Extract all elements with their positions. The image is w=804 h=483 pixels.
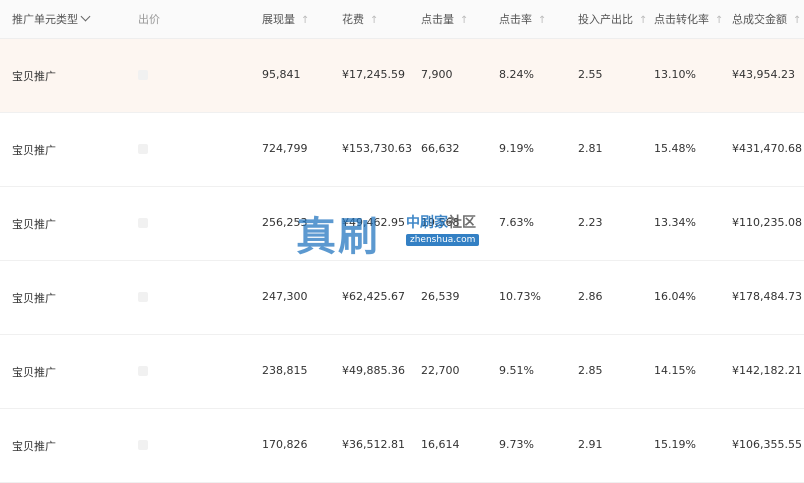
table-row[interactable]: 宝贝推广 95,841 ¥17,245.59 7,900 8.24% 2.55 … [0, 39, 804, 113]
roi-cell: 2.91 [578, 438, 603, 451]
clicks-cell: 22,700 [421, 364, 460, 377]
table-row[interactable]: 宝贝推广 170,826 ¥36,512.81 16,614 9.73% 2.9… [0, 409, 804, 483]
impressions-column-header[interactable]: 展现量 ↑ [262, 11, 309, 27]
spend-cell: ¥153,730.63 [342, 142, 412, 155]
impressions-cell: 247,300 [262, 290, 308, 303]
bid-cell[interactable] [138, 440, 148, 450]
type-cell: 宝贝推广 [12, 292, 56, 305]
sort-icon: ↑ [301, 15, 310, 26]
cvr-cell: 13.10% [654, 68, 696, 81]
gmv-column-label: 总成交金额 [732, 13, 787, 26]
gmv-cell: ¥106,355.55 [732, 438, 802, 451]
clicks-cell: 26,539 [421, 290, 460, 303]
table-row[interactable]: 宝贝推广 724,799 ¥153,730.63 66,632 9.19% 2.… [0, 113, 804, 187]
cvr-cell: 13.34% [654, 216, 696, 229]
impressions-cell: 95,841 [262, 68, 301, 81]
report-table: 推广单元类型 出价 展现量 ↑ 花费 ↑ 点击量 ↑ 点击率 ↑ 投入产出比 ↑ 点击转化… [0, 0, 804, 483]
roi-cell: 2.86 [578, 290, 603, 303]
cvr-cell: 14.15% [654, 364, 696, 377]
ctr-column-header[interactable]: 点击率 ↑ [499, 11, 546, 27]
sort-icon: ↑ [460, 15, 469, 26]
spend-column-header[interactable]: 花费 ↑ [342, 11, 378, 27]
ctr-cell: 10.73% [499, 290, 541, 303]
table-row[interactable]: 宝贝推广 238,815 ¥49,885.36 22,700 9.51% 2.8… [0, 335, 804, 409]
clicks-column-header[interactable]: 点击量 ↑ [421, 11, 468, 27]
impressions-cell: 256,253 [262, 216, 308, 229]
gmv-cell: ¥43,954.23 [732, 68, 795, 81]
spend-column-label: 花费 [342, 13, 364, 26]
impressions-cell: 724,799 [262, 142, 308, 155]
type-cell: 宝贝推广 [12, 366, 56, 379]
type-column-label: 推广单元类型 [12, 13, 78, 26]
sort-icon: ↑ [370, 15, 379, 26]
bid-cell[interactable] [138, 292, 148, 302]
gmv-cell: ¥110,235.08 [732, 216, 802, 229]
roi-cell: 2.81 [578, 142, 603, 155]
bid-cell[interactable] [138, 144, 148, 154]
table-row[interactable]: 宝贝推广 247,300 ¥62,425.67 26,539 10.73% 2.… [0, 261, 804, 335]
impressions-cell: 238,815 [262, 364, 308, 377]
ctr-cell: 9.51% [499, 364, 534, 377]
cvr-cell: 16.04% [654, 290, 696, 303]
type-column-filter[interactable]: 推广单元类型 [12, 11, 91, 27]
gmv-cell: ¥178,484.73 [732, 290, 802, 303]
impressions-column-label: 展现量 [262, 13, 295, 26]
roi-cell: 2.23 [578, 216, 603, 229]
spend-cell: ¥62,425.67 [342, 290, 405, 303]
clicks-cell: 7,900 [421, 68, 453, 81]
bid-cell[interactable] [138, 366, 148, 376]
ctr-cell: 7.63% [499, 216, 534, 229]
ctr-column-label: 点击率 [499, 13, 532, 26]
type-cell: 宝贝推广 [12, 144, 56, 157]
gmv-cell: ¥142,182.21 [732, 364, 802, 377]
roi-column-label: 投入产出比 [578, 13, 633, 26]
impressions-cell: 170,826 [262, 438, 308, 451]
type-cell: 宝贝推广 [12, 218, 56, 231]
type-cell: 宝贝推广 [12, 70, 56, 83]
clicks-cell: 16,614 [421, 438, 460, 451]
sort-icon: ↑ [715, 15, 724, 26]
spend-cell: ¥49,885.36 [342, 364, 405, 377]
sort-icon: ↑ [538, 15, 547, 26]
cvr-column-header[interactable]: 点击转化率 ↑ [654, 11, 723, 27]
gmv-cell: ¥431,470.68 [732, 142, 802, 155]
roi-column-header[interactable]: 投入产出比 ↑ [578, 11, 647, 27]
ctr-cell: 8.24% [499, 68, 534, 81]
ctr-cell: 9.73% [499, 438, 534, 451]
ctr-cell: 9.19% [499, 142, 534, 155]
sort-icon: ↑ [793, 15, 802, 26]
clicks-cell: 66,632 [421, 142, 460, 155]
table-row[interactable]: 宝贝推广 256,253 ¥49,462.95 19,568 7.63% 2.2… [0, 187, 804, 261]
gmv-column-header[interactable]: 总成交金额 ↑ [732, 11, 801, 27]
clicks-column-label: 点击量 [421, 13, 454, 26]
spend-cell: ¥49,462.95 [342, 216, 405, 229]
bid-cell[interactable] [138, 70, 148, 80]
type-cell: 宝贝推广 [12, 440, 56, 453]
clicks-cell: 19,568 [421, 216, 460, 229]
bid-cell[interactable] [138, 218, 148, 228]
table-header: 推广单元类型 出价 展现量 ↑ 花费 ↑ 点击量 ↑ 点击率 ↑ 投入产出比 ↑ 点击转化… [0, 0, 804, 39]
roi-cell: 2.85 [578, 364, 603, 377]
sort-icon: ↑ [639, 15, 648, 26]
cvr-cell: 15.19% [654, 438, 696, 451]
chevron-down-icon [80, 11, 91, 22]
spend-cell: ¥17,245.59 [342, 68, 405, 81]
bid-column-header: 出价 [138, 13, 160, 26]
spend-cell: ¥36,512.81 [342, 438, 405, 451]
cvr-column-label: 点击转化率 [654, 13, 709, 26]
cvr-cell: 15.48% [654, 142, 696, 155]
roi-cell: 2.55 [578, 68, 603, 81]
